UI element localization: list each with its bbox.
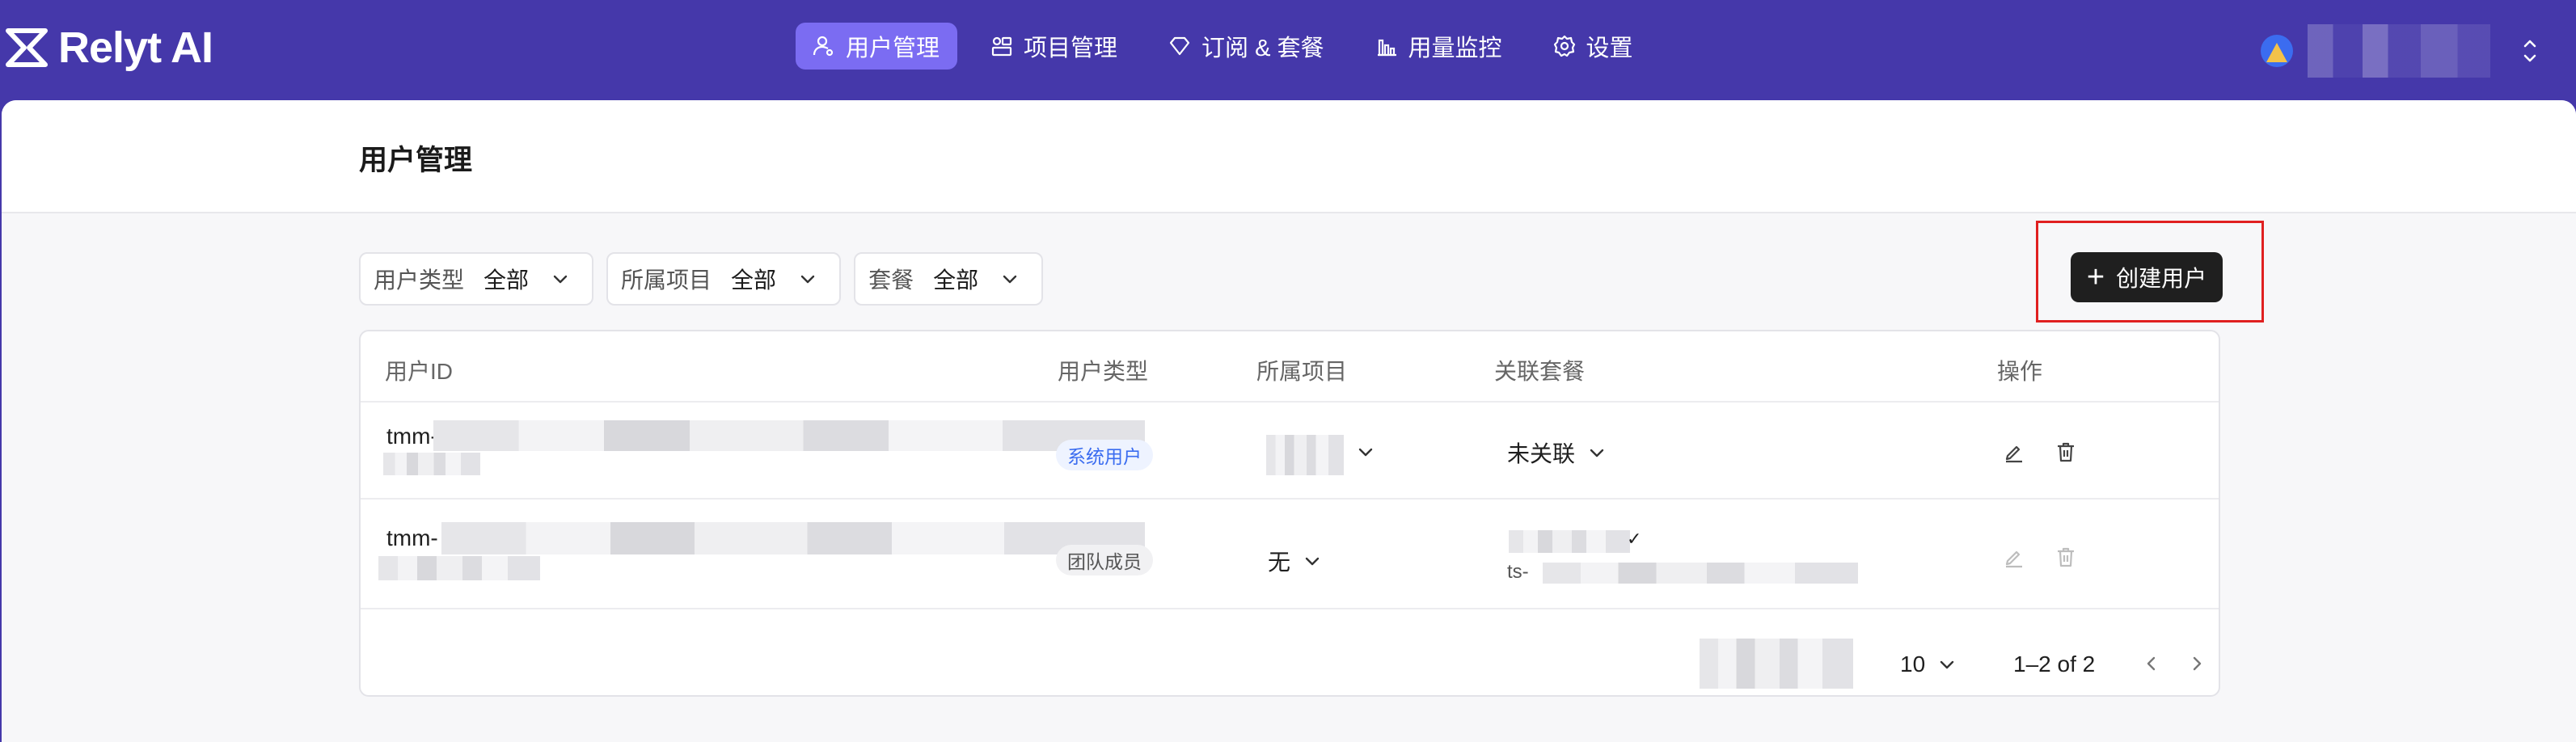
checkmark-icon: ✓: [1627, 529, 1642, 549]
filter-project[interactable]: 所属项目 全部: [606, 252, 842, 306]
chevron-down-icon: [1940, 660, 1954, 669]
avatar: [2261, 35, 2293, 67]
edit-icon[interactable]: [2002, 440, 2026, 464]
page-header: 用户管理: [2, 100, 2576, 213]
row-divider: [361, 401, 2219, 403]
filter-label: 所属项目: [621, 268, 712, 293]
project-select[interactable]: [1355, 441, 1376, 462]
brand-name: Relyt AI: [58, 23, 213, 72]
user-id-redacted: [441, 522, 1145, 554]
plan-select[interactable]: 未关联: [1507, 436, 1607, 469]
chevron-left-icon[interactable]: [2139, 651, 2164, 676]
user-type-badge: 系统用户: [1056, 440, 1153, 470]
column-header-user-type: 用户类型: [1058, 359, 1149, 384]
nav-item-users[interactable]: 用户管理: [796, 23, 958, 70]
plan-sub-redacted: [1543, 563, 1858, 584]
filter-plan[interactable]: 套餐 全部: [854, 252, 1044, 306]
user-type-badge: 团队成员: [1056, 545, 1153, 575]
account-switcher[interactable]: [2261, 24, 2539, 78]
project-redacted: [1266, 435, 1344, 475]
user-id-cell: tmm-: [386, 525, 438, 550]
chevron-down-icon: [553, 275, 568, 284]
filter-label: 用户类型: [374, 268, 465, 293]
page-title: 用户管理: [359, 145, 473, 176]
filter-label: 套餐: [868, 268, 914, 293]
nav-label-usage: 用量监控: [1408, 36, 1502, 61]
create-button-highlight: + 创建用户: [2036, 221, 2264, 323]
user-id-cell: tmm-: [386, 424, 438, 449]
create-user-button[interactable]: + 创建用户: [2071, 252, 2223, 302]
delete-icon[interactable]: [2054, 545, 2078, 569]
relyt-logo-icon: [6, 28, 48, 67]
nav-label-subscriptions: 订阅 & 套餐: [1201, 36, 1324, 61]
column-header-actions: 操作: [1997, 359, 2043, 384]
chevron-down-icon: [800, 275, 815, 284]
user-id-secondary-redacted: [378, 556, 540, 580]
bar-chart-icon: [1377, 39, 1396, 57]
user-id-redacted: [433, 420, 1145, 451]
pagination-range: 1–2 of 2: [2013, 651, 2096, 677]
user-id-secondary-redacted: [383, 453, 480, 475]
nav-label-settings: 设置: [1586, 36, 1633, 61]
chevron-up-down-icon: [2523, 40, 2536, 62]
edit-icon[interactable]: [2002, 545, 2026, 569]
chevron-down-icon: [1358, 448, 1373, 457]
chevron-right-icon[interactable]: [2185, 651, 2209, 676]
nav-item-settings[interactable]: 设置: [1536, 23, 1651, 70]
page-size-value: 10: [1900, 651, 1926, 677]
create-user-label: 创建用户: [2116, 266, 2207, 291]
project-select[interactable]: 无: [1268, 545, 1323, 577]
page-size-select[interactable]: 10: [1900, 651, 1957, 677]
column-header-plan: 关联套餐: [1494, 359, 1586, 384]
nav-label-users: 用户管理: [846, 36, 940, 61]
filter-bar: 用户类型 全部 所属项目 全部 套餐 全部: [359, 252, 1056, 306]
plan-sub-value: ts-: [1507, 561, 1529, 583]
nav-item-usage[interactable]: 用量监控: [1358, 23, 1520, 70]
project-icon: [991, 36, 1012, 57]
main-nav: 用户管理 项目管理 订阅 & 套餐 用量监控 设置: [796, 23, 1667, 70]
row-divider: [361, 608, 2219, 609]
filter-value: 全部: [484, 268, 530, 293]
row-divider: [361, 498, 2219, 500]
chevron-down-icon: [1305, 557, 1320, 566]
nav-label-projects: 项目管理: [1024, 36, 1118, 61]
filter-user-type[interactable]: 用户类型 全部: [359, 252, 594, 306]
project-value: 无: [1268, 550, 1291, 575]
gear-icon: [1553, 35, 1575, 57]
chevron-down-icon: [1590, 449, 1604, 457]
plan-value: 未关联: [1507, 441, 1576, 466]
column-header-user-id: 用户ID: [385, 359, 454, 384]
nav-item-subscriptions[interactable]: 订阅 & 套餐: [1151, 23, 1341, 70]
user-settings-icon: [813, 36, 834, 57]
pagination-info-redacted: [1700, 639, 1853, 689]
brand-logo[interactable]: Relyt AI: [5, 21, 213, 74]
account-name-redacted: [2308, 24, 2490, 78]
users-table: 用户ID 用户类型 所属项目 关联套餐 操作 tmm- 系统用户 未关联 tmm…: [359, 330, 2220, 697]
content-panel: 用户管理 用户类型 全部 所属项目 全部 套餐 全部 + 创建用户 用户ID 用…: [2, 100, 2576, 742]
delete-icon[interactable]: [2054, 440, 2078, 464]
filter-value: 全部: [933, 268, 979, 293]
top-navigation-bar: Relyt AI 用户管理 项目管理 订阅 & 套餐 用量监控 设置: [0, 0, 2576, 100]
column-header-project: 所属项目: [1256, 359, 1348, 384]
diamond-icon: [1169, 36, 1190, 56]
filter-value: 全部: [731, 268, 777, 293]
nav-item-projects[interactable]: 项目管理: [973, 23, 1135, 70]
plan-redacted: [1509, 530, 1630, 553]
chevron-down-icon: [1003, 275, 1017, 284]
plus-icon: +: [2086, 260, 2105, 294]
